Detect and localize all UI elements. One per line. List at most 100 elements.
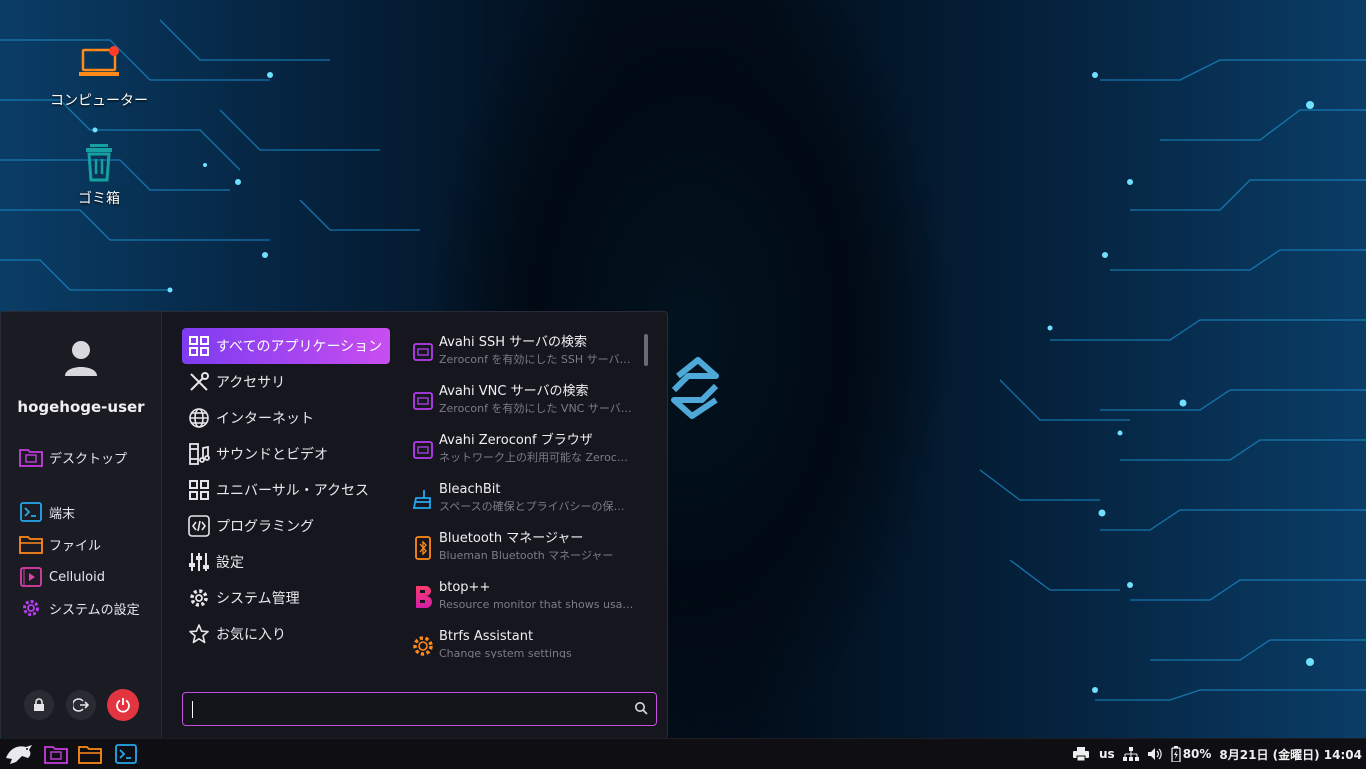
application-list: Avahi SSH サーバの検索 Zeroconf を有効にした SSH サーバ…… — [409, 332, 645, 658]
app-description: Zeroconf を有効にした VNC サーバ… — [439, 402, 632, 415]
app-item-bluetooth-manager[interactable]: Bluetooth マネージャー Blueman Bluetooth マネージャー — [409, 528, 645, 577]
category-favorites[interactable]: お気に入り — [182, 616, 390, 652]
category-list: すべてのアプリケーション アクセサリ インターネット サウンドとビデオ ユニバー… — [182, 328, 390, 652]
folder-desktop-icon — [19, 445, 43, 469]
system-tray: us 80% 8月21日 (金曜日) 14:04 — [1065, 739, 1362, 769]
app-list-scrollbar[interactable] — [644, 334, 648, 366]
app-description: ネットワーク上の利用可能な Zeroc… — [439, 451, 628, 464]
category-label: アクセサリ — [216, 375, 286, 391]
favorite-label: ファイル — [49, 538, 102, 554]
taskbar: us 80% 8月21日 (金曜日) 14:04 — [0, 738, 1366, 769]
clock[interactable]: 8月21日 (金曜日) 14:04 — [1219, 746, 1362, 763]
app-name: Avahi VNC サーバの検索 — [439, 384, 589, 399]
app-item-btop[interactable]: btop++ Resource monitor that shows usa… — [409, 577, 645, 626]
app-description: Blueman Bluetooth マネージャー — [439, 549, 614, 562]
logout-button[interactable] — [66, 690, 96, 720]
category-label: システム管理 — [216, 591, 300, 607]
app-name: Avahi Zeroconf ブラウザ — [439, 433, 593, 448]
tools-icon — [188, 371, 210, 393]
trash-icon — [86, 144, 112, 182]
battery-charging-icon — [1171, 746, 1181, 762]
category-label: 設定 — [216, 555, 244, 571]
app-description: スペースの確保とプライバシーの保… — [439, 500, 625, 513]
category-label: サウンドとビデオ — [216, 447, 328, 463]
code-icon — [188, 515, 210, 537]
bluetooth-icon — [409, 534, 437, 562]
folder-icon — [78, 746, 102, 764]
printer-icon[interactable] — [1073, 747, 1089, 761]
category-label: ユニバーサル・アクセス — [216, 483, 370, 499]
category-programming[interactable]: プログラミング — [182, 508, 390, 544]
favorite-terminal[interactable]: 端末 — [19, 500, 75, 524]
favorite-label: 端末 — [49, 506, 76, 522]
app-name: Avahi SSH サーバの検索 — [439, 335, 588, 350]
app-item-btrfs-assistant[interactable]: Btrfs Assistant Change system settings — [409, 626, 645, 658]
battery-percent: 80% — [1182, 747, 1212, 761]
grid-icon — [188, 335, 210, 357]
cog-icon — [409, 632, 437, 658]
app-item-avahi-vnc[interactable]: Avahi VNC サーバの検索 Zeroconf を有効にした VNC サーバ… — [409, 381, 645, 430]
folder-desktop-icon — [44, 746, 68, 764]
app-description: Zeroconf を有効にした SSH サーバ… — [439, 353, 631, 366]
category-sound-video[interactable]: サウンドとビデオ — [182, 436, 390, 472]
app-name: Bluetooth マネージャー — [439, 531, 584, 546]
favorite-label: システムの設定 — [49, 602, 140, 618]
gear-icon — [188, 587, 210, 609]
category-internet[interactable]: インターネット — [182, 400, 390, 436]
category-settings[interactable]: 設定 — [182, 544, 390, 580]
search-icon[interactable] — [634, 701, 648, 715]
taskbar-desktop-folder[interactable] — [43, 742, 69, 766]
taskbar-files[interactable] — [77, 742, 103, 766]
category-system-administration[interactable]: システム管理 — [182, 580, 390, 616]
user-avatar-icon — [65, 341, 97, 376]
network-icon[interactable] — [1122, 747, 1139, 761]
desktop-icon-trash[interactable]: ゴミ箱 — [44, 142, 154, 208]
eagle-menu-icon — [6, 745, 32, 764]
favorite-desktop[interactable]: デスクトップ — [19, 445, 127, 469]
power-icon — [116, 698, 130, 713]
app-description: Resource monitor that shows usa… — [439, 598, 634, 611]
username: hogehoge-user — [17, 398, 145, 416]
category-accessories[interactable]: アクセサリ — [182, 364, 390, 400]
lock-icon — [34, 698, 44, 711]
application-menu: hogehoge-user デスクトップ 端末 ファイル Celluloid シ… — [0, 311, 668, 739]
avahi-icon — [409, 387, 437, 415]
folder-icon — [19, 532, 43, 556]
power-button[interactable] — [107, 689, 139, 721]
category-all-applications[interactable]: すべてのアプリケーション — [182, 328, 390, 364]
logout-icon — [73, 698, 89, 712]
search-field[interactable] — [182, 692, 657, 726]
category-label: インターネット — [216, 411, 314, 427]
keyboard-layout[interactable]: us — [1099, 747, 1115, 761]
desktop-icon-computer[interactable]: コンピューター — [44, 44, 154, 110]
star-icon — [188, 623, 210, 645]
media-icon — [188, 443, 210, 465]
app-name: btop++ — [439, 580, 491, 595]
volume-icon[interactable] — [1147, 747, 1163, 761]
favorite-label: デスクトップ — [49, 451, 128, 467]
taskbar-terminal[interactable] — [113, 742, 139, 766]
menu-launcher-button[interactable] — [4, 742, 34, 766]
menu-sidebar: hogehoge-user デスクトップ 端末 ファイル Celluloid シ… — [1, 312, 162, 738]
category-universal-access[interactable]: ユニバーサル・アクセス — [182, 472, 390, 508]
app-description: Change system settings — [439, 647, 572, 658]
text-caret — [192, 701, 193, 718]
desktop-icon-label: コンピューター — [50, 93, 148, 109]
grid-icon — [188, 479, 210, 501]
favorite-files[interactable]: ファイル — [19, 532, 101, 556]
app-item-bleachbit[interactable]: BleachBit スペースの確保とプライバシーの保… — [409, 479, 645, 528]
category-label: すべてのアプリケーション — [216, 339, 383, 355]
favorite-system-settings[interactable]: システムの設定 — [19, 596, 140, 620]
lock-button[interactable] — [24, 690, 54, 720]
gear-icon — [19, 596, 43, 620]
battery-indicator[interactable]: 80% — [1171, 746, 1212, 762]
app-item-avahi-zeroconf[interactable]: Avahi Zeroconf ブラウザネットワーク上の利用可能な Zeroc… — [409, 430, 645, 479]
avahi-icon — [409, 338, 437, 366]
avahi-icon — [409, 436, 437, 464]
distro-logo — [671, 357, 719, 419]
favorite-celluloid[interactable]: Celluloid — [19, 565, 105, 589]
video-player-icon — [19, 565, 43, 589]
category-label: お気に入り — [216, 627, 286, 643]
app-item-avahi-ssh[interactable]: Avahi SSH サーバの検索 Zeroconf を有効にした SSH サーバ… — [409, 332, 645, 381]
desktop-icon-label: ゴミ箱 — [78, 191, 120, 207]
